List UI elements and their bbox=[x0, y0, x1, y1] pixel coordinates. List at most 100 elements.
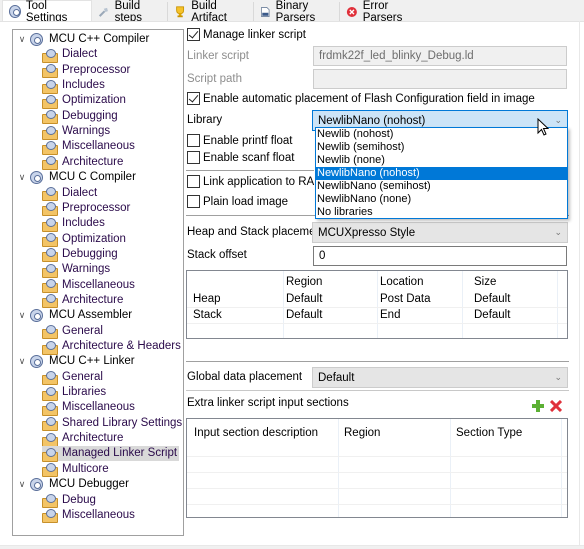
column-header-description[interactable]: Input section description bbox=[194, 426, 318, 441]
chevron-down-icon[interactable]: ⌄ bbox=[554, 372, 562, 383]
tree-item[interactable]: Architecture bbox=[42, 155, 125, 171]
cell-size[interactable]: Default bbox=[474, 308, 510, 323]
plain-load-image-checkbox[interactable]: Plain load image bbox=[187, 195, 288, 208]
settings-folder-icon bbox=[42, 233, 58, 248]
chevron-down-icon[interactable]: ∨ bbox=[17, 356, 27, 367]
library-option[interactable]: NewlibNano (nohost) bbox=[316, 167, 567, 180]
tab-binary-parsers[interactable]: Binary Parsers bbox=[254, 0, 340, 24]
chevron-down-icon[interactable]: ⌄ bbox=[554, 227, 562, 238]
library-option[interactable]: NewlibNano (none) bbox=[316, 193, 567, 206]
cell-size[interactable]: Default bbox=[474, 292, 510, 307]
chevron-down-icon[interactable]: ∨ bbox=[17, 172, 27, 183]
tree-item[interactable]: Architecture bbox=[42, 293, 125, 309]
checkbox-box[interactable] bbox=[187, 92, 200, 105]
tree-item[interactable]: Preprocessor bbox=[42, 201, 132, 217]
checkbox-label: Enable automatic placement of Flash Conf… bbox=[203, 92, 535, 105]
stack-offset-input[interactable]: 0 bbox=[313, 246, 567, 266]
library-dropdown-list[interactable]: Newlib (nohost) Newlib (semihost) Newlib (… bbox=[315, 127, 568, 219]
tree-item[interactable]: Optimization bbox=[42, 232, 128, 248]
tree-item[interactable]: Multicore bbox=[42, 462, 111, 478]
tree-item[interactable]: Miscellaneous bbox=[42, 400, 137, 416]
tab-build-steps[interactable]: Build steps bbox=[92, 0, 168, 24]
tab-error-parsers[interactable]: Error Parsers bbox=[340, 0, 426, 24]
tree-category[interactable]: ∨ MCU Debugger bbox=[17, 477, 131, 492]
cell-location[interactable]: End bbox=[380, 308, 400, 323]
settings-folder-icon bbox=[42, 494, 58, 508]
tree-item[interactable]: Debugging bbox=[42, 247, 120, 263]
tree-item[interactable]: Dialect bbox=[42, 47, 99, 63]
tree-item-label: MCU C++ Linker bbox=[49, 355, 135, 368]
tree-item[interactable]: Miscellaneous bbox=[42, 508, 137, 524]
remove-icon[interactable] bbox=[549, 399, 563, 413]
tree-item[interactable]: Optimization bbox=[42, 93, 128, 109]
settings-folder-icon bbox=[42, 202, 58, 217]
tab-build-artifact[interactable]: Build Artifact bbox=[168, 0, 254, 24]
heap-stack-placement-combo[interactable]: MCUXpresso Style ⌄ bbox=[312, 222, 568, 243]
tree-item[interactable]: Miscellaneous bbox=[42, 139, 137, 155]
tree-item[interactable]: Dialect bbox=[42, 186, 99, 201]
column-header-region[interactable]: Region bbox=[286, 275, 322, 290]
scanf-float-checkbox[interactable]: Enable scanf float bbox=[187, 151, 294, 164]
tab-tool-settings[interactable]: Tool Settings bbox=[2, 0, 92, 24]
library-option[interactable]: NewlibNano (semihost) bbox=[316, 180, 567, 193]
checkbox-box[interactable] bbox=[187, 151, 200, 164]
checkbox-box[interactable] bbox=[187, 134, 200, 147]
tree-item[interactable]: Warnings bbox=[42, 262, 112, 278]
tree-item[interactable]: Debugging bbox=[42, 109, 120, 125]
binary-file-icon bbox=[261, 7, 270, 17]
tree-item[interactable]: Preprocessor bbox=[42, 63, 132, 79]
global-data-placement-combo[interactable]: Default ⌄ bbox=[312, 367, 568, 388]
chevron-down-icon[interactable]: ∨ bbox=[17, 310, 27, 321]
library-option[interactable]: Newlib (semihost) bbox=[316, 141, 567, 154]
tree-category[interactable]: ∨ MCU Assembler bbox=[17, 308, 134, 323]
checkbox-box[interactable] bbox=[187, 195, 200, 208]
tree-item[interactable]: General bbox=[42, 324, 105, 340]
add-icon[interactable] bbox=[531, 399, 545, 413]
manage-linker-script-checkbox[interactable]: Manage linker script bbox=[187, 28, 306, 41]
checkbox-box[interactable] bbox=[187, 28, 200, 41]
flash-config-checkbox[interactable]: Enable automatic placement of Flash Conf… bbox=[187, 92, 535, 105]
settings-folder-icon bbox=[42, 279, 58, 294]
extra-sections-table[interactable]: Input section description Region Section… bbox=[186, 418, 568, 518]
tree-category[interactable]: ∨ MCU C Compiler bbox=[17, 170, 138, 185]
separator bbox=[186, 361, 569, 362]
library-option[interactable]: Newlib (none) bbox=[316, 154, 567, 167]
tree-item-label: MCU C++ Compiler bbox=[49, 33, 150, 45]
settings-tree[interactable]: ∨ MCU C++ Compiler Dialect Preprocessor Incl… bbox=[12, 29, 184, 536]
tree-item[interactable]: Includes bbox=[42, 78, 107, 94]
global-data-placement-label: Global data placement bbox=[187, 371, 303, 383]
heap-stack-placement-label: Heap and Stack placement bbox=[187, 226, 326, 238]
tree-item[interactable]: Managed Linker Script bbox=[42, 446, 180, 462]
library-option[interactable]: No libraries bbox=[316, 206, 567, 219]
tree-item[interactable]: Includes bbox=[42, 216, 107, 232]
column-header-location[interactable]: Location bbox=[380, 275, 423, 290]
tree-item[interactable]: Shared Library Settings bbox=[42, 416, 184, 432]
tree-category[interactable]: ∨ MCU C++ Compiler bbox=[17, 32, 151, 47]
tree-item[interactable]: Warnings bbox=[42, 124, 112, 140]
chevron-down-icon[interactable]: ∨ bbox=[17, 34, 27, 45]
cell-region[interactable]: Default bbox=[286, 292, 322, 307]
printf-float-checkbox[interactable]: Enable printf float bbox=[187, 134, 293, 147]
tree-category[interactable]: ∨ MCU C++ Linker bbox=[17, 354, 137, 369]
checkbox-label: Enable scanf float bbox=[203, 151, 295, 164]
tree-item[interactable]: Debug bbox=[42, 493, 98, 508]
chevron-down-icon[interactable]: ⌄ bbox=[554, 115, 562, 126]
column-header-size[interactable]: Size bbox=[474, 275, 496, 290]
tree-item[interactable]: Libraries bbox=[42, 385, 108, 401]
tree-item-label: Architecture bbox=[62, 432, 124, 445]
heap-stack-table[interactable]: Region Location Size Heap Default Post D… bbox=[186, 270, 568, 339]
chevron-down-icon[interactable]: ∨ bbox=[17, 479, 27, 490]
library-option[interactable]: Newlib (nohost) bbox=[316, 128, 567, 141]
settings-folder-icon bbox=[42, 156, 58, 171]
tree-item[interactable]: Architecture bbox=[42, 431, 125, 447]
cell-location[interactable]: Post Data bbox=[380, 292, 431, 307]
cell-region[interactable]: Default bbox=[286, 308, 322, 323]
tree-item[interactable]: Miscellaneous bbox=[42, 278, 137, 294]
column-header-region[interactable]: Region bbox=[344, 426, 380, 441]
link-to-ram-checkbox[interactable]: Link application to RAM bbox=[187, 175, 324, 188]
tree-item-label: Includes bbox=[62, 217, 105, 230]
column-header-section-type[interactable]: Section Type bbox=[456, 426, 522, 441]
tree-item[interactable]: General bbox=[42, 370, 105, 386]
tree-item[interactable]: Architecture & Headers bbox=[42, 339, 183, 355]
checkbox-box[interactable] bbox=[187, 175, 200, 188]
